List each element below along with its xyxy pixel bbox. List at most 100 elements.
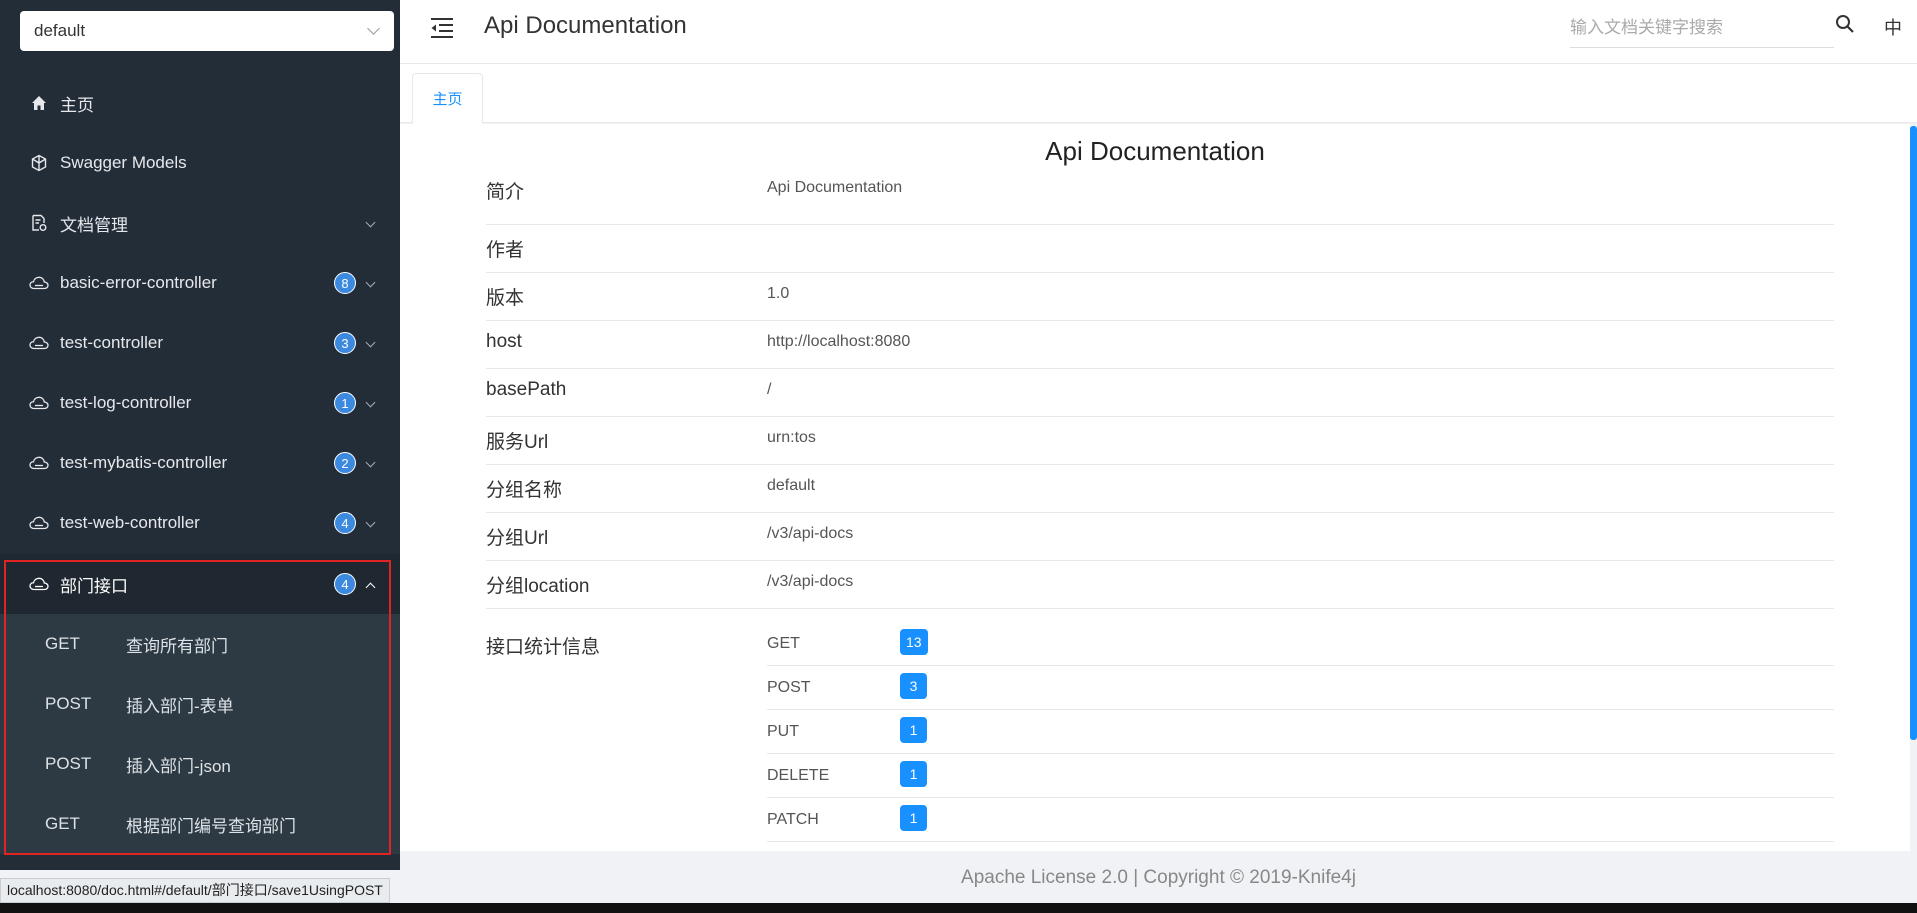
info-value: / <box>767 381 772 398</box>
group-select[interactable]: default <box>20 11 394 51</box>
sidebar-item-label: test-web-controller <box>60 513 200 532</box>
count-badge: 2 <box>334 452 356 474</box>
info-value: /v3/api-docs <box>767 573 854 590</box>
http-method: GET <box>45 814 80 833</box>
tabs-bar: 主页 <box>400 64 1917 124</box>
cloud-icon <box>29 453 49 473</box>
info-value: /v3/api-docs <box>767 525 854 542</box>
chevron-down-icon <box>365 397 376 408</box>
sidebar-item-test-log-controller[interactable]: test-log-controller 1 <box>0 373 400 433</box>
http-method: POST <box>45 754 92 773</box>
collapse-menu-icon[interactable] <box>430 17 454 39</box>
sidebar-item-label: test-mybatis-controller <box>60 453 228 472</box>
cloud-icon <box>29 333 49 353</box>
cloud-icon <box>29 273 49 293</box>
stat-row: DELETE 1 <box>767 754 1834 798</box>
sidebar-item-label: Swagger Models <box>60 153 187 172</box>
doc-title: Api Documentation <box>1045 136 1265 166</box>
info-value: Api Documentation <box>767 179 903 196</box>
api-label: 插入部门-json <box>126 756 231 776</box>
info-value: urn:tos <box>767 429 816 446</box>
document-manage-icon <box>29 213 49 233</box>
api-item[interactable]: GET 查询所有部门 <box>0 614 400 674</box>
count-badge: 4 <box>334 512 356 534</box>
http-method: POST <box>767 679 811 696</box>
api-item[interactable]: POST 插入部门-json <box>0 734 400 794</box>
info-key: 作者 <box>486 240 525 261</box>
tab-home[interactable]: 主页 <box>412 73 483 124</box>
count-badge: 1 <box>334 392 356 414</box>
content-scrollbar[interactable] <box>1910 126 1917 740</box>
info-value: 1.0 <box>767 285 790 302</box>
chevron-down-icon <box>365 337 376 348</box>
sidebar-item-label: test-log-controller <box>60 393 192 412</box>
stat-row: PATCH 1 <box>767 798 1834 842</box>
chevron-down-icon <box>365 277 376 288</box>
info-key: 分组名称 <box>486 480 563 501</box>
doc-content: Api Documentation 简介 Api Documentation 作… <box>400 124 1910 851</box>
api-item[interactable]: POST 插入部门-表单 <box>0 674 400 734</box>
info-value: http://localhost:8080 <box>767 333 911 350</box>
count-badge: 1 <box>900 717 927 743</box>
sidebar-item-swagger-models[interactable]: Swagger Models <box>0 133 400 193</box>
count-badge: 1 <box>900 761 927 787</box>
cloud-icon <box>29 393 49 413</box>
sidebar-item-test-mybatis-controller[interactable]: test-mybatis-controller 2 <box>0 433 400 493</box>
search-input[interactable] <box>1570 8 1834 48</box>
chevron-up-icon <box>365 582 376 593</box>
sidebar-item-label: test-controller <box>60 333 163 352</box>
search-icon[interactable] <box>1835 14 1857 36</box>
http-method: PATCH <box>767 811 819 828</box>
sidebar-item-label: 部门接口 <box>60 576 128 596</box>
api-label: 插入部门-表单 <box>126 696 234 716</box>
sidebar-item-home[interactable]: 主页 <box>0 73 400 133</box>
count-badge: 3 <box>334 332 356 354</box>
info-row: host http://localhost:8080 <box>486 321 1834 369</box>
chevron-down-icon <box>365 517 376 528</box>
info-key: host <box>486 331 522 352</box>
cloud-icon <box>29 513 49 533</box>
sidebar-item-label: basic-error-controller <box>60 273 217 292</box>
sidebar-item-test-web-controller[interactable]: test-web-controller 4 <box>0 493 400 553</box>
sidebar-item-label: 文档管理 <box>60 215 128 235</box>
info-row: 分组Url /v3/api-docs <box>486 513 1834 561</box>
page-title: Api Documentation <box>484 12 687 39</box>
http-method: GET <box>45 634 80 653</box>
department-api-submenu: GET 查询所有部门 POST 插入部门-表单 POST 插入部门-json G… <box>0 614 400 854</box>
count-badge: 8 <box>334 272 356 294</box>
stats-label: 接口统计信息 <box>486 637 601 658</box>
http-method: DELETE <box>767 767 830 784</box>
top-header: Api Documentation 中 <box>400 0 1917 64</box>
count-badge: 3 <box>900 673 927 699</box>
info-value: default <box>767 477 816 494</box>
sidebar-item-label: 主页 <box>60 95 94 115</box>
chevron-down-icon <box>365 217 376 228</box>
sidebar-item-basic-error-controller[interactable]: basic-error-controller 8 <box>0 253 400 313</box>
sidebar-item-test-controller[interactable]: test-controller 3 <box>0 313 400 373</box>
stat-row: GET 13 <box>767 622 1834 666</box>
info-row: 分组location /v3/api-docs <box>486 561 1834 609</box>
api-item[interactable]: GET 根据部门编号查询部门 <box>0 794 400 854</box>
chevron-down-icon <box>367 22 380 35</box>
stat-row: PUT 1 <box>767 710 1834 754</box>
info-key: 版本 <box>486 288 525 309</box>
info-key: 分组location <box>486 576 590 597</box>
group-select-value: default <box>34 21 86 40</box>
count-badge: 13 <box>900 629 928 655</box>
info-row: 作者 <box>486 225 1834 273</box>
status-url: localhost:8080/doc.html#/default/部门接口/sa… <box>0 878 390 903</box>
http-method: POST <box>45 694 92 713</box>
info-key: 服务Url <box>486 432 549 453</box>
info-row: basePath / <box>486 369 1834 417</box>
taskbar-strip <box>0 903 1917 913</box>
chevron-down-icon <box>365 457 376 468</box>
info-row: 简介 Api Documentation <box>486 177 1834 225</box>
footer-license: Apache License 2.0 | Copyright © 2019-Kn… <box>400 851 1917 891</box>
cloud-icon <box>29 574 49 594</box>
sidebar: default 主页 Swagger Models 文档管理 basic-err… <box>0 0 400 870</box>
sidebar-item-document-manage[interactable]: 文档管理 <box>0 193 400 253</box>
info-row: 服务Url urn:tos <box>486 417 1834 465</box>
info-row: 分组名称 default <box>486 465 1834 513</box>
language-toggle[interactable]: 中 <box>1884 14 1902 40</box>
sidebar-item-department-api[interactable]: 部门接口 4 <box>0 554 400 614</box>
